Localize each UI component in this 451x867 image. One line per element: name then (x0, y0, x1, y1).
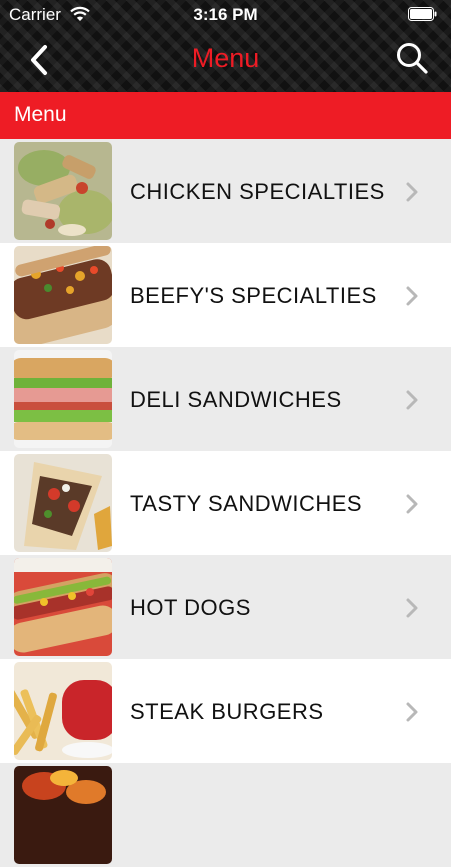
burger-fries-thumbnail (14, 662, 112, 760)
menu-item-hot-dogs[interactable]: HOT DOGS (0, 555, 451, 659)
navigation-bar: Menu (0, 30, 451, 92)
top-bar: Carrier 3:16 PM Menu (0, 0, 451, 92)
menu-item-beefys-specialties[interactable]: BEEFY'S SPECIALTIES (0, 243, 451, 347)
menu-item-label: STEAK BURGERS (130, 698, 324, 724)
section-header: Menu (0, 92, 451, 139)
chicken-specialties-thumbnail (14, 142, 112, 240)
menu-item-label: BEEFY'S SPECIALTIES (130, 282, 377, 308)
menu-item-label: HOT DOGS (130, 594, 251, 620)
chevron-right-icon (406, 182, 418, 202)
battery-icon (408, 7, 437, 21)
menu-item-deli-sandwiches[interactable]: DELI SANDWICHES (0, 347, 451, 451)
deli-sandwich-thumbnail (14, 350, 112, 448)
hot-dog-thumbnail (14, 558, 112, 656)
menu-item-partial[interactable] (0, 763, 451, 867)
section-title: Menu (14, 103, 67, 126)
grill-thumbnail (14, 766, 112, 864)
chevron-right-icon (406, 598, 418, 618)
chevron-right-icon (406, 390, 418, 410)
menu-item-label: DELI SANDWICHES (130, 386, 342, 412)
gyro-sandwich-thumbnail (14, 454, 112, 552)
status-bar: Carrier 3:16 PM (0, 0, 451, 30)
beef-sandwich-thumbnail (14, 246, 112, 344)
menu-item-label: TASTY SANDWICHES (130, 490, 363, 516)
chevron-right-icon (406, 494, 418, 514)
menu-list: CHICKEN SPECIALTIES BEEFY'S SPECIALTIES (0, 139, 451, 867)
menu-item-label: CHICKEN SPECIALTIES (130, 178, 385, 204)
menu-item-label (130, 763, 390, 867)
search-button[interactable] (392, 38, 432, 78)
menu-item-steak-burgers[interactable]: STEAK BURGERS (0, 659, 451, 763)
page-title: Menu (191, 43, 260, 73)
chevron-right-icon (406, 702, 418, 722)
menu-item-tasty-sandwiches[interactable]: TASTY SANDWICHES (0, 451, 451, 555)
menu-item-chicken-specialties[interactable]: CHICKEN SPECIALTIES (0, 139, 451, 243)
status-time: 3:16 PM (193, 5, 258, 24)
chevron-right-icon (406, 286, 418, 306)
